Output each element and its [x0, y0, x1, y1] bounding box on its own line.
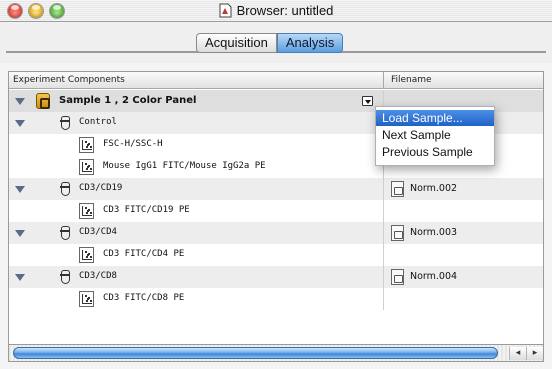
table-row[interactable]: CD3 FITC/CD4 PE [9, 244, 543, 266]
row-filename[interactable]: Norm.004 [410, 271, 457, 282]
tab-group: Acquisition Analysis [196, 33, 344, 53]
menu-item-load-sample[interactable]: Load Sample... [376, 110, 494, 126]
dot-plot-icon [79, 137, 94, 153]
browser-window: Browser: untitled Acquisition Analysis E… [0, 0, 552, 369]
column-divider [383, 222, 384, 244]
row-menu-button[interactable] [362, 96, 373, 106]
sample-context-menu: Load Sample... Next Sample Previous Samp… [375, 106, 495, 166]
tube-icon [60, 226, 70, 240]
row-label: CD3/CD4 [79, 227, 117, 237]
row-label: Sample 1 , 2 Color Panel [59, 95, 197, 106]
disclosure-triangle-icon[interactable] [15, 230, 25, 237]
tab-analysis[interactable]: Analysis [276, 33, 344, 53]
row-label: CD3 FITC/CD8 PE [103, 293, 185, 303]
table-row[interactable]: CD3 FITC/CD8 PE [9, 288, 543, 310]
table-row[interactable]: CD3 FITC/CD19 PE [9, 200, 543, 222]
scrollbar-thumb[interactable] [13, 347, 498, 359]
scroll-right-arrow-icon[interactable]: ▸ [526, 347, 543, 360]
data-file-icon [391, 269, 404, 285]
menu-item-previous-sample[interactable]: Previous Sample [376, 144, 494, 160]
dot-plot-icon [79, 203, 94, 219]
row-label: CD3 FITC/CD4 PE [103, 249, 185, 259]
disclosure-triangle-icon[interactable] [15, 98, 25, 105]
row-label: CD3 FITC/CD19 PE [103, 205, 190, 215]
data-file-icon [391, 181, 404, 197]
disclosure-triangle-icon[interactable] [15, 120, 25, 127]
tube-icon [60, 270, 70, 284]
column-header-filename[interactable]: Filename [391, 75, 432, 85]
disclosure-triangle-icon[interactable] [15, 186, 25, 193]
menu-item-next-sample[interactable]: Next Sample [376, 127, 494, 143]
column-divider [383, 200, 384, 222]
row-label: CD3/CD19 [79, 183, 123, 193]
column-divider [383, 266, 384, 288]
table-row[interactable]: CD3/CD4 Norm.003 [9, 222, 543, 244]
row-label: Control [79, 117, 117, 127]
row-label: CD3/CD8 [79, 271, 117, 281]
dot-plot-icon [79, 159, 94, 175]
column-divider [383, 288, 384, 310]
dot-plot-icon [79, 291, 94, 307]
row-label: FSC-H/SSC-H [103, 139, 163, 149]
column-divider [383, 244, 384, 266]
sample-bag-icon [36, 93, 50, 109]
row-filename[interactable]: Norm.002 [410, 183, 457, 194]
scroll-left-arrow-icon[interactable]: ◂ [509, 347, 526, 360]
table-header: Experiment Components Filename [9, 72, 543, 89]
column-divider[interactable] [383, 72, 384, 89]
title-bar[interactable]: Browser: untitled [0, 0, 552, 22]
tab-strip: Acquisition Analysis [0, 23, 552, 63]
horizontal-scrollbar[interactable]: ◂ ▸ [8, 345, 544, 362]
table-row[interactable]: CD3/CD19 Norm.002 [9, 178, 543, 200]
row-filename[interactable]: Norm.003 [410, 227, 457, 238]
data-file-icon [391, 225, 404, 241]
tube-icon [60, 182, 70, 196]
column-divider [383, 178, 384, 200]
tab-acquisition[interactable]: Acquisition [196, 33, 277, 53]
dot-plot-icon [79, 247, 94, 263]
column-header-components[interactable]: Experiment Components [13, 75, 125, 85]
window-title: Browser: untitled [236, 3, 334, 18]
disclosure-triangle-icon[interactable] [15, 274, 25, 281]
window-title-area: Browser: untitled [0, 3, 552, 18]
row-label: Mouse IgG1 FITC/Mouse IgG2a PE [103, 161, 266, 171]
document-icon [219, 3, 232, 18]
tube-icon [60, 116, 70, 130]
table-row[interactable]: CD3/CD8 Norm.004 [9, 266, 543, 288]
